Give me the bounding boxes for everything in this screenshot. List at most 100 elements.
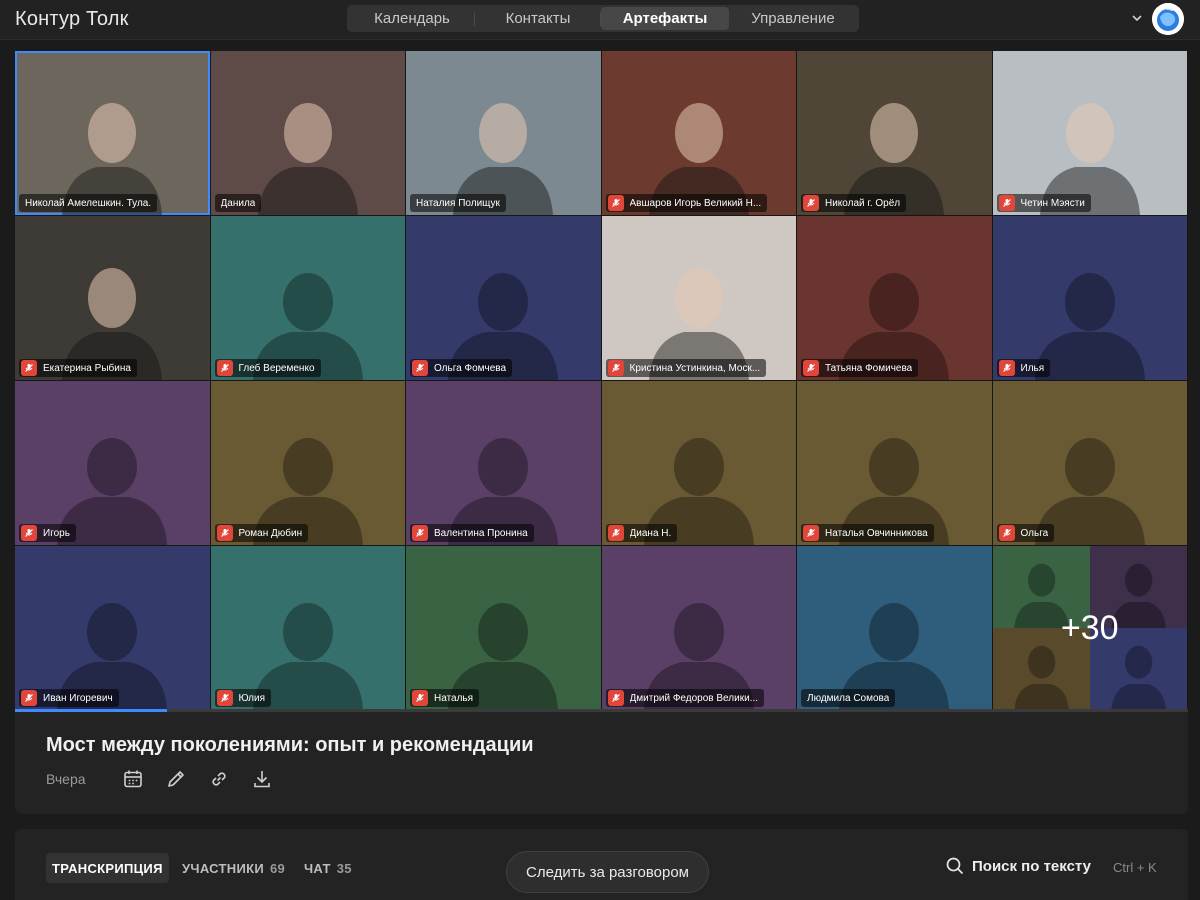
mic-off-icon xyxy=(412,525,428,541)
participant-tile[interactable]: Николай Амелешкин. Тула. xyxy=(15,51,210,215)
mic-off-icon xyxy=(216,360,233,376)
calendar-icon[interactable] xyxy=(122,768,144,790)
participant-name: Татьяна Фомичева xyxy=(825,362,913,374)
tab-chat[interactable]: ЧАТ 35 xyxy=(304,853,352,883)
participant-name: Людмила Сомова xyxy=(807,692,890,704)
participant-name: Валентина Пронина xyxy=(434,527,528,539)
nav-tab-management[interactable]: Управление xyxy=(729,7,857,30)
mic-off-icon xyxy=(216,525,233,541)
participant-name: Юлия xyxy=(238,692,266,704)
participant-name-tag: Ольга Фомчева xyxy=(410,359,513,377)
participant-tile[interactable]: Екатерина Рыбина xyxy=(15,216,210,380)
main-nav: Календарь Контакты Артефакты Управление xyxy=(347,5,859,32)
participant-tile[interactable]: Наталья xyxy=(406,546,601,710)
participant-name-tag: Диана Н. xyxy=(605,524,678,542)
participant-tile[interactable]: Ольга xyxy=(992,381,1187,545)
participant-name-tag: Кристина Устинкина, Моск... xyxy=(605,359,767,377)
tab-participants[interactable]: УЧАСТНИКИ 69 xyxy=(182,853,285,883)
participant-tile[interactable]: Дмитрий Федоров Велики... xyxy=(601,546,796,710)
participant-name-tag: Николай г. Орёл xyxy=(801,194,907,212)
top-bar: Контур Толк Календарь Контакты Артефакты… xyxy=(0,0,1200,40)
participant-name-tag: Роман Дюбин xyxy=(214,524,309,542)
link-icon[interactable] xyxy=(208,768,230,790)
participant-name-tag: Иван Игоревич xyxy=(19,689,119,707)
mic-off-icon xyxy=(803,360,819,376)
mic-off-icon xyxy=(803,195,819,211)
participant-tile[interactable]: Юлия xyxy=(210,546,405,710)
participant-name-tag: Екатерина Рыбина xyxy=(19,359,137,377)
participant-name-tag: Николай Амелешкин. Тула. xyxy=(19,194,158,212)
participant-tile[interactable]: Игорь xyxy=(15,381,210,545)
participant-tile[interactable]: Кристина Устинкина, Моск... xyxy=(601,216,796,380)
participant-name-tag: Ольга xyxy=(996,524,1055,542)
search-shortcut: Ctrl + K xyxy=(1113,860,1157,875)
participant-tile[interactable]: Наталия Полищук xyxy=(406,51,601,215)
meeting-date: Вчера xyxy=(46,771,86,787)
meeting-info: Мост между поколениями: опыт и рекоменда… xyxy=(15,712,1188,814)
mic-off-icon xyxy=(21,525,37,541)
mic-off-icon xyxy=(803,525,819,541)
user-avatar[interactable] xyxy=(1152,3,1184,35)
participant-tile[interactable]: Авшаров Игорь Великий Н... xyxy=(601,51,796,215)
mic-off-icon xyxy=(412,690,428,706)
participant-tile[interactable]: Иван Игоревич xyxy=(15,546,210,710)
participant-tile[interactable]: Николай г. Орёл xyxy=(797,51,992,215)
participant-tile[interactable]: Роман Дюбин xyxy=(210,381,405,545)
participant-name: Авшаров Игорь Великий Н... xyxy=(629,197,762,209)
participant-name-tag: Илья xyxy=(996,359,1051,377)
participant-name-tag: Юлия xyxy=(214,689,271,707)
participant-name-tag: Наталья Овчинникова xyxy=(801,524,934,542)
app-title[interactable]: Контур Толк xyxy=(15,8,129,31)
mic-off-icon xyxy=(216,690,233,706)
participant-tile[interactable]: Илья xyxy=(992,216,1187,380)
video-grid: Николай Амелешкин. Тула. Данила Наталия По… xyxy=(15,51,1188,711)
search-icon xyxy=(946,857,964,875)
tab-transcription[interactable]: ТРАНСКРИПЦИЯ xyxy=(46,853,169,883)
participant-tile[interactable]: Наталья Овчинникова xyxy=(797,381,992,545)
participant-name: Ольга Фомчева xyxy=(434,362,507,374)
mic-off-icon xyxy=(607,690,624,706)
participant-name-tag: Татьяна Фомичева xyxy=(801,359,919,377)
participant-tile[interactable]: Татьяна Фомичева xyxy=(797,216,992,380)
artifact-panel: ТРАНСКРИПЦИЯ УЧАСТНИКИ 69 ЧАТ 35 Следить… xyxy=(15,829,1188,900)
mic-off-icon xyxy=(607,360,624,376)
participant-name: Наталия Полищук xyxy=(416,197,500,209)
nav-tab-calendar[interactable]: Календарь xyxy=(349,7,475,30)
participant-name: Роман Дюбин xyxy=(238,527,303,539)
participant-tile[interactable]: Валентина Пронина xyxy=(406,381,601,545)
participant-name: Кристина Устинкина, Моск... xyxy=(629,362,761,374)
participant-name-tag: Игорь xyxy=(19,524,76,542)
mic-off-icon xyxy=(998,360,1015,376)
nav-tab-artifacts[interactable]: Артефакты xyxy=(601,7,729,30)
participant-name: Илья xyxy=(1020,362,1045,374)
participant-name: Иван Игоревич xyxy=(43,692,113,704)
search-in-text[interactable]: Поиск по тексту xyxy=(946,857,1091,875)
chevron-down-icon[interactable] xyxy=(1132,13,1142,23)
participant-name-tag: Наталья xyxy=(410,689,480,707)
participant-name-tag: Валентина Пронина xyxy=(410,524,534,542)
download-icon[interactable] xyxy=(251,768,273,790)
nav-tab-contacts[interactable]: Контакты xyxy=(475,7,601,30)
participant-tile[interactable]: Данила xyxy=(210,51,405,215)
mic-off-icon xyxy=(21,690,37,706)
mic-off-icon xyxy=(998,195,1015,211)
participant-tile[interactable]: Людмила Сомова xyxy=(797,546,992,710)
more-participants-count: +30 xyxy=(1060,608,1119,647)
more-participants-tile[interactable]: +30 xyxy=(992,546,1187,710)
participant-tile[interactable]: Глеб Веременко xyxy=(210,216,405,380)
participant-tile[interactable]: Ольга Фомчева xyxy=(406,216,601,380)
participant-name-tag: Авшаров Игорь Великий Н... xyxy=(605,194,768,212)
follow-conversation-button[interactable]: Следить за разговором xyxy=(506,851,709,893)
participant-name-tag: Глеб Веременко xyxy=(214,359,321,377)
participants-count: 69 xyxy=(270,860,286,876)
mic-off-icon xyxy=(998,525,1015,541)
edit-icon[interactable] xyxy=(165,768,187,790)
video-feed xyxy=(257,103,358,215)
participant-tile[interactable]: Диана Н. xyxy=(601,381,796,545)
meeting-title: Мост между поколениями: опыт и рекоменда… xyxy=(46,734,534,756)
search-label: Поиск по тексту xyxy=(972,857,1091,875)
participant-name-tag: Данила xyxy=(214,194,262,212)
participant-tile[interactable]: Четин Мэясти xyxy=(992,51,1187,215)
mic-off-icon xyxy=(21,360,37,376)
participant-name: Ольга xyxy=(1020,527,1049,539)
